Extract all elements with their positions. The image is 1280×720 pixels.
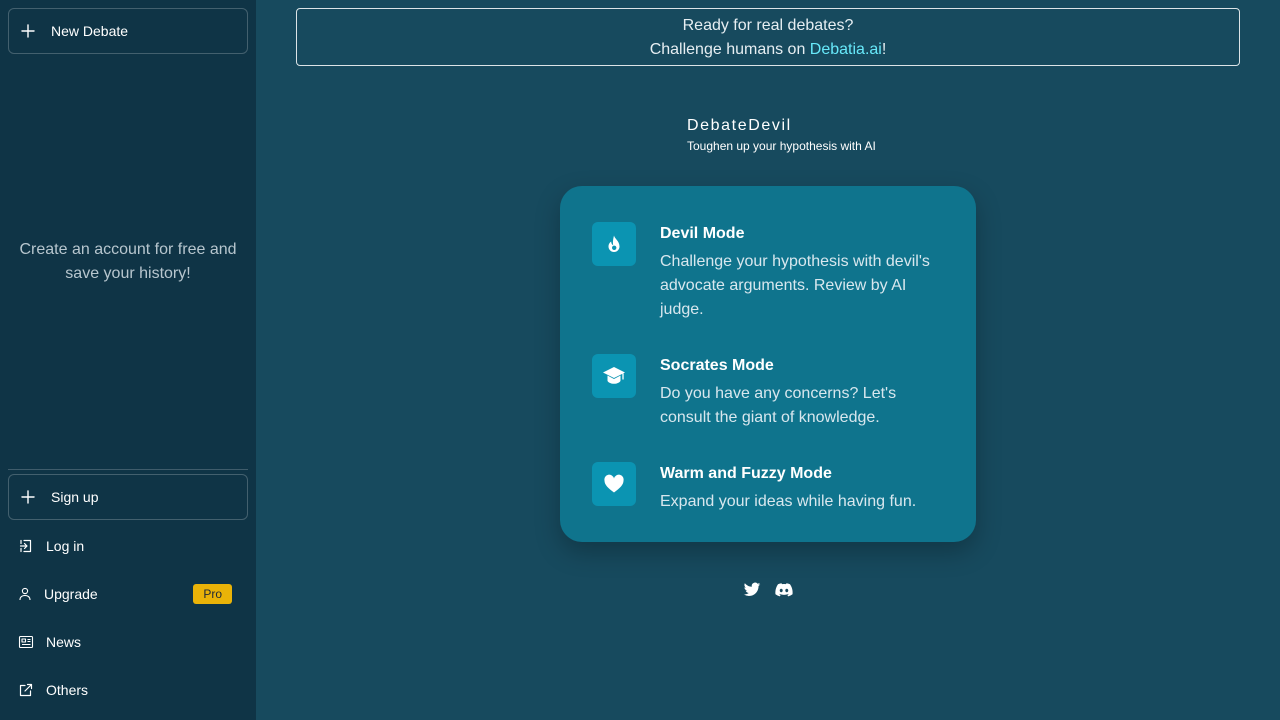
- mode-title: Socrates Mode: [660, 357, 774, 374]
- login-icon: [18, 538, 34, 554]
- others-item[interactable]: Others: [8, 668, 248, 712]
- sidebar-divider: [8, 469, 248, 470]
- signup-label: Sign up: [51, 489, 99, 505]
- plus-icon: [21, 24, 35, 38]
- banner-line1: Ready for real debates?: [682, 17, 854, 34]
- mode-devil[interactable]: Devil Mode Challenge your hypothesis wit…: [592, 222, 950, 322]
- flame-icon: [592, 222, 636, 266]
- login-label: Log in: [46, 538, 85, 554]
- brand: DebateDevil Toughen up your hypothesis w…: [687, 116, 876, 155]
- upgrade-item[interactable]: Upgrade Pro: [8, 572, 248, 616]
- twitter-icon[interactable]: [743, 582, 761, 598]
- banner-line2: Challenge humans on Debatia.ai!: [297, 38, 1239, 62]
- plus-icon: [21, 490, 35, 504]
- others-label: Others: [46, 682, 89, 698]
- upgrade-label: Upgrade: [44, 586, 98, 602]
- pro-badge: Pro: [193, 584, 232, 604]
- user-icon: [18, 586, 34, 602]
- login-item[interactable]: Log in: [8, 524, 248, 568]
- social-links: [743, 582, 807, 598]
- mode-warm-fuzzy[interactable]: Warm and Fuzzy Mode Expand your ideas wh…: [592, 462, 950, 514]
- promo-banner: Ready for real debates? Challenge humans…: [296, 8, 1240, 66]
- brand-subtitle: Toughen up your hypothesis with AI: [687, 139, 876, 153]
- brand-title: DebateDevil: [687, 117, 792, 134]
- external-link-icon: [18, 682, 34, 698]
- banner-prefix: Challenge humans on: [649, 41, 810, 58]
- new-debate-label: New Debate: [51, 23, 129, 39]
- new-debate-button[interactable]: New Debate: [8, 8, 248, 54]
- newspaper-icon: [18, 634, 34, 650]
- news-item[interactable]: News: [8, 620, 248, 664]
- news-label: News: [46, 634, 82, 650]
- signup-prompt: Create an account for free and save your…: [19, 241, 237, 282]
- mode-desc: Challenge your hypothesis with devil's a…: [660, 253, 930, 318]
- banner-suffix: !: [881, 41, 887, 58]
- mode-desc: Do you have any concerns? Let's consult …: [660, 385, 897, 426]
- mode-title: Devil Mode: [660, 225, 745, 242]
- graduation-cap-icon: [592, 354, 636, 398]
- heart-icon: [592, 462, 636, 506]
- debatia-link[interactable]: Debatia.ai: [810, 41, 882, 58]
- sidebar: New Debate Create an account for free an…: [0, 0, 256, 720]
- mode-desc: Expand your ideas while having fun.: [660, 493, 917, 510]
- mode-title: Warm and Fuzzy Mode: [660, 465, 832, 482]
- mode-socrates[interactable]: Socrates Mode Do you have any concerns? …: [592, 354, 950, 430]
- modes-card: Devil Mode Challenge your hypothesis wit…: [560, 186, 976, 542]
- signup-button[interactable]: Sign up: [8, 474, 248, 520]
- discord-icon[interactable]: [775, 582, 793, 598]
